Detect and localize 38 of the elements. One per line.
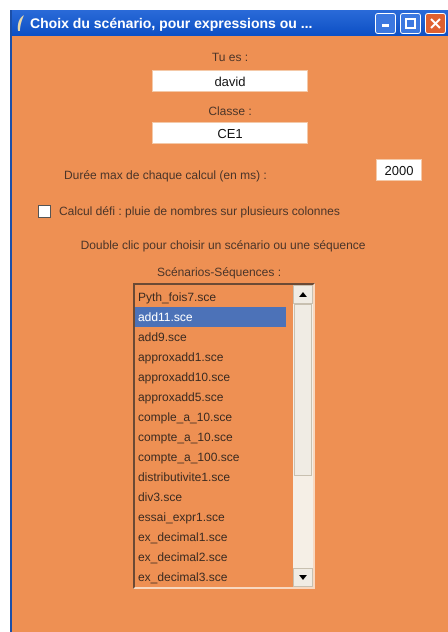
class-field[interactable]: CE1 <box>152 122 308 144</box>
feather-icon <box>16 15 26 31</box>
list-item[interactable]: approxadd1.sce <box>135 347 286 367</box>
list-item[interactable]: Pyth_fois7.sce <box>135 287 286 307</box>
window-title: Choix du scénario, pour expressions ou ... <box>30 15 314 31</box>
duration-field[interactable]: 2000 <box>376 159 422 181</box>
list-item[interactable]: ex_decimal2.sce <box>135 547 286 567</box>
list-item[interactable]: add11.sce <box>135 307 286 327</box>
challenge-label: Calcul défi : pluie de nombres sur plusieurs colonnes <box>59 204 340 218</box>
challenge-checkbox[interactable] <box>38 204 51 218</box>
list-item[interactable]: ex_decimal1.sce <box>135 527 286 547</box>
scroll-up-button[interactable] <box>293 285 313 304</box>
duration-label: Durée max de chaque calcul (en ms) : <box>64 167 268 182</box>
scroll-down-button[interactable] <box>293 568 313 587</box>
list-item[interactable]: div3.sce <box>135 487 286 507</box>
list-item[interactable]: distributivite1.sce <box>135 467 286 487</box>
maximize-button[interactable] <box>400 12 421 34</box>
scroll-thumb[interactable] <box>294 304 312 476</box>
close-button[interactable] <box>425 12 446 34</box>
list-item[interactable]: compte_a_100.sce <box>135 447 286 467</box>
list-item[interactable]: essai_expr1.sce <box>135 507 286 527</box>
close-icon <box>430 18 441 28</box>
list-item[interactable]: approxadd5.sce <box>135 387 286 407</box>
maximize-icon <box>405 18 416 28</box>
name-field[interactable]: david <box>152 70 308 92</box>
scroll-up-icon <box>299 292 307 297</box>
list-label: Scénarios-Séquences : <box>156 265 282 279</box>
scroll-down-icon <box>299 575 307 580</box>
list-item[interactable]: ex_decimal3.sce <box>135 567 286 587</box>
list-item[interactable]: compte_a_10.sce <box>135 427 286 447</box>
list-item[interactable]: approxadd10.sce <box>135 367 286 387</box>
list-item[interactable]: comple_a_10.sce <box>135 407 286 427</box>
name-label: Tu es : <box>212 50 248 64</box>
class-label: Classe : <box>208 104 252 118</box>
list-item[interactable]: add9.sce <box>135 327 286 347</box>
scrollbar[interactable] <box>293 285 313 587</box>
minimize-button[interactable] <box>375 12 396 34</box>
hint-text: Double clic pour choisir un scénario ou une séquence <box>80 238 366 252</box>
